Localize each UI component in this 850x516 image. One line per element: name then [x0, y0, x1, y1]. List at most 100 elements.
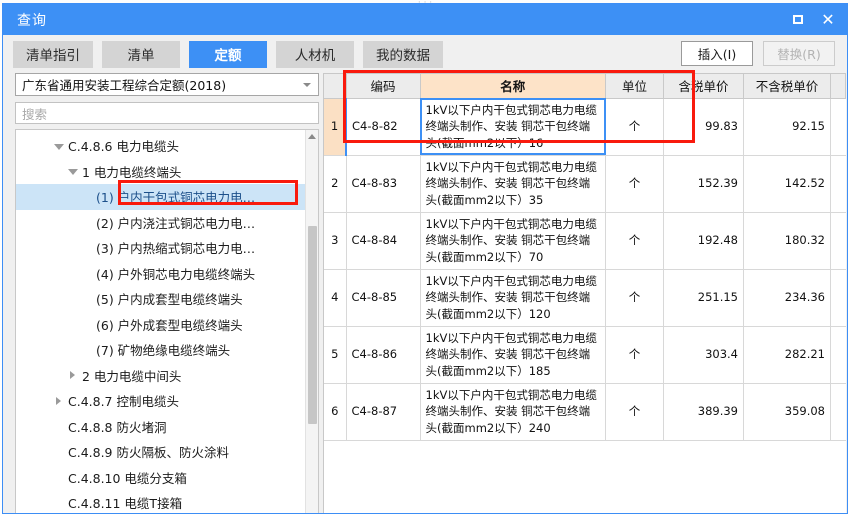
tree-expand-open-icon[interactable]	[66, 168, 79, 176]
tab-my-data[interactable]: 我的数据	[363, 40, 443, 68]
cell-row-number[interactable]: 6	[324, 383, 347, 441]
tree-node-label: (3) 户内热缩式铜芯电力电…	[96, 241, 256, 257]
cell-code[interactable]: C4-8-84	[346, 212, 421, 270]
cell-code[interactable]: C4-8-82	[345, 98, 421, 156]
cell-code[interactable]: C4-8-86	[346, 326, 421, 384]
tree-node[interactable]: (2) 户内浇注式铜芯电力电…	[16, 210, 305, 236]
maximize-icon	[793, 15, 803, 24]
cell-row-number[interactable]: 2	[324, 155, 347, 213]
title-bar: 查询 ✕	[3, 4, 847, 35]
scroll-up-icon[interactable]	[306, 130, 318, 143]
tree-expand-closed-icon[interactable]	[52, 396, 65, 405]
tree-scrollbar[interactable]	[305, 130, 318, 513]
cell-unit[interactable]: 个	[605, 98, 664, 156]
table-row[interactable]: 2 C4-8-83 1kV以下户内干包式铜芯电力电缆终端头制作、安装 铜芯干包终端头…	[324, 155, 846, 213]
cell-name[interactable]: 1kV以下户内干包式铜芯电力电缆终端头制作、安装 铜芯干包终端头(截面mm2以下…	[420, 383, 606, 441]
cell-price-excl-tax[interactable]: 234.36	[743, 269, 831, 327]
cell-name[interactable]: 1kV以下户内干包式铜芯电力电缆终端头制作、安装 铜芯干包终端头(截面mm2以下…	[420, 155, 606, 213]
table-row[interactable]: 4 C4-8-85 1kV以下户内干包式铜芯电力电缆终端头制作、安装 铜芯干包终端头…	[324, 269, 846, 327]
catalog-tree[interactable]: C.4.8.6 电力电缆头 1 电力电缆终端头 (1) 户内干包式铜芯电力电… (2)…	[16, 130, 305, 513]
catalog-select-value: 广东省通用安装工程综合定额(2018)	[22, 78, 227, 93]
col-code[interactable]: 编码	[346, 74, 421, 99]
col-name[interactable]: 名称	[420, 74, 606, 99]
tree-node-label: (2) 户内浇注式铜芯电力电…	[96, 215, 256, 231]
tree-node[interactable]: C.4.8.7 控制电缆头	[16, 388, 305, 414]
tab-bill[interactable]: 清单	[102, 40, 180, 68]
insert-button[interactable]: 插入(I)	[681, 41, 753, 66]
cell-row-number[interactable]: 5	[324, 326, 347, 384]
cell-name[interactable]: 1kV以下户内干包式铜芯电力电缆终端头制作、安装 铜芯干包终端头(截面mm2以下…	[420, 98, 606, 156]
cell-price-incl-tax[interactable]: 192.48	[663, 212, 744, 270]
table-row[interactable]: 1 C4-8-82 1kV以下户内干包式铜芯电力电缆终端头制作、安装 铜芯干包终端头…	[324, 98, 846, 156]
table-header: 编码 名称 单位 含税单价 不含税单价	[324, 74, 846, 99]
tree-node[interactable]: C.4.8.8 防火堵洞	[16, 414, 305, 440]
table-row[interactable]: 3 C4-8-84 1kV以下户内干包式铜芯电力电缆终端头制作、安装 铜芯干包终端头…	[324, 212, 846, 270]
col-rownum[interactable]	[324, 74, 347, 99]
cell-price-incl-tax[interactable]: 389.39	[663, 383, 744, 441]
cell-code[interactable]: C4-8-87	[346, 383, 421, 441]
maximize-button[interactable]	[783, 4, 813, 35]
left-panel: 广东省通用安装工程综合定额(2018) 搜索 C.4.8.6 电力电缆头 1 电力…	[15, 73, 319, 513]
tab-bill-guide[interactable]: 清单指引	[13, 40, 93, 68]
cell-row-number[interactable]: 3	[324, 212, 347, 270]
cell-name[interactable]: 1kV以下户内干包式铜芯电力电缆终端头制作、安装 铜芯干包终端头(截面mm2以下…	[420, 326, 606, 384]
tree-node[interactable]: 2 电力电缆中间头	[16, 363, 305, 389]
cell-row-number[interactable]: 1	[324, 98, 347, 156]
tree-node[interactable]: (1) 户内干包式铜芯电力电…	[16, 184, 305, 210]
table-row[interactable]: 5 C4-8-86 1kV以下户内干包式铜芯电力电缆终端头制作、安装 铜芯干包终端头…	[324, 326, 846, 384]
tree-expand-open-icon[interactable]	[52, 143, 65, 150]
cell-unit[interactable]: 个	[605, 212, 664, 270]
tree-node-label: C.4.8.8 防火堵洞	[68, 419, 167, 435]
tree-node[interactable]: 1 电力电缆终端头	[16, 159, 305, 185]
tree-node[interactable]: (6) 户外成套型电缆终端头	[16, 312, 305, 338]
cell-unit[interactable]: 个	[605, 269, 664, 327]
tree-node[interactable]: (3) 户内热缩式铜芯电力电…	[16, 235, 305, 261]
scroll-thumb[interactable]	[308, 226, 317, 424]
cell-unit[interactable]: 个	[605, 383, 664, 441]
tab-quota[interactable]: 定额	[189, 40, 267, 68]
cell-name[interactable]: 1kV以下户内干包式铜芯电力电缆终端头制作、安装 铜芯干包终端头(截面mm2以下…	[420, 212, 606, 270]
cell-price-incl-tax[interactable]: 152.39	[663, 155, 744, 213]
cell-price-incl-tax[interactable]: 251.15	[663, 269, 744, 327]
cell-unit[interactable]: 个	[605, 155, 664, 213]
cell-spacer	[830, 212, 846, 270]
cell-price-incl-tax[interactable]: 99.83	[663, 98, 744, 156]
cell-code[interactable]: C4-8-85	[346, 269, 421, 327]
tree-node-label: (5) 户内成套型电缆终端头	[96, 292, 243, 308]
tree-node-label: C.4.8.10 电缆分支箱	[68, 470, 187, 486]
col-price-excl-tax[interactable]: 不含税单价	[743, 74, 831, 99]
tree-expand-closed-icon[interactable]	[66, 371, 79, 380]
search-placeholder: 搜索	[22, 106, 48, 122]
search-input[interactable]: 搜索	[15, 102, 319, 124]
cell-price-excl-tax[interactable]: 359.08	[743, 383, 831, 441]
cell-spacer	[830, 155, 846, 213]
col-unit[interactable]: 单位	[605, 74, 664, 99]
cell-price-excl-tax[interactable]: 282.21	[743, 326, 831, 384]
tree-node[interactable]: C.4.8.10 电缆分支箱	[16, 465, 305, 491]
tree-node-label: C.4.8.6 电力电缆头	[68, 139, 179, 155]
close-button[interactable]: ✕	[813, 4, 843, 35]
catalog-select[interactable]: 广东省通用安装工程综合定额(2018)	[15, 73, 319, 96]
cell-price-excl-tax[interactable]: 142.52	[743, 155, 831, 213]
dialog-body: 广东省通用安装工程综合定额(2018) 搜索 C.4.8.6 电力电缆头 1 电力…	[3, 73, 847, 513]
cell-name[interactable]: 1kV以下户内干包式铜芯电力电缆终端头制作、安装 铜芯干包终端头(截面mm2以下…	[420, 269, 606, 327]
cell-price-incl-tax[interactable]: 303.4	[663, 326, 744, 384]
tree-node[interactable]: (5) 户内成套型电缆终端头	[16, 286, 305, 312]
tree-node[interactable]: C.4.8.9 防火隔板、防火涂料	[16, 439, 305, 465]
table-row[interactable]: 6 C4-8-87 1kV以下户内干包式铜芯电力电缆终端头制作、安装 铜芯干包终端头…	[324, 383, 846, 441]
cell-price-excl-tax[interactable]: 180.32	[743, 212, 831, 270]
tree-node-label: (1) 户内干包式铜芯电力电…	[96, 190, 256, 206]
cell-row-number[interactable]: 4	[324, 269, 347, 327]
action-buttons: 插入(I) 替换(R)	[681, 41, 835, 66]
tree-node[interactable]: C.4.8.6 电力电缆头	[16, 133, 305, 159]
tree-node[interactable]: (4) 户外铜芯电力电缆终端头	[16, 261, 305, 287]
cell-unit[interactable]: 个	[605, 326, 664, 384]
cell-code[interactable]: C4-8-83	[346, 155, 421, 213]
cell-price-excl-tax[interactable]: 92.15	[743, 98, 831, 156]
cell-spacer	[830, 269, 846, 327]
tree-node[interactable]: C.4.8.11 电缆T接箱	[16, 490, 305, 513]
tab-bar: 清单指引 清单 定额 人材机 我的数据 插入(I) 替换(R)	[3, 35, 847, 73]
tab-labor-material-machine[interactable]: 人材机	[276, 40, 354, 68]
tree-node[interactable]: (7) 矿物绝缘电缆终端头	[16, 337, 305, 363]
col-price-incl-tax[interactable]: 含税单价	[663, 74, 744, 99]
